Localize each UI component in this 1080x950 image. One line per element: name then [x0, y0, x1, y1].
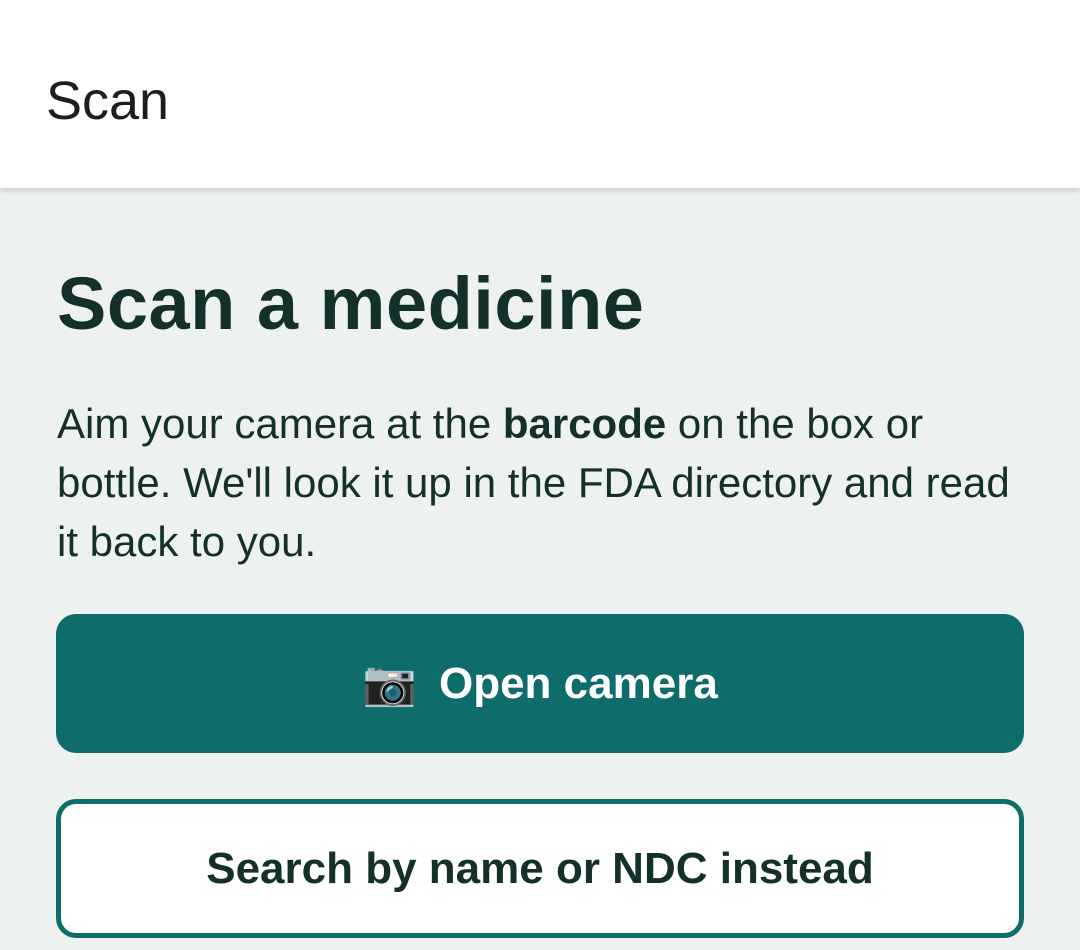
- scan-content: Scan a medicine Aim your camera at the b…: [0, 188, 1080, 950]
- search-instead-button[interactable]: Search by name or NDC instead: [56, 799, 1024, 938]
- instructions-emphasis: barcode: [502, 400, 667, 447]
- app-bar: Scan: [0, 0, 1080, 188]
- instructions-text-before: Aim your camera at the: [57, 400, 503, 447]
- camera-icon: 📷: [362, 658, 417, 708]
- app-bar-title: Scan: [46, 71, 170, 131]
- open-camera-label: Open camera: [438, 658, 718, 708]
- open-camera-button[interactable]: 📷 Open camera: [56, 614, 1024, 753]
- search-instead-label: Search by name or NDC instead: [206, 843, 874, 893]
- scan-instructions: Aim your camera at the barcode on the bo…: [57, 394, 1017, 571]
- page-heading: Scan a medicine: [57, 262, 645, 345]
